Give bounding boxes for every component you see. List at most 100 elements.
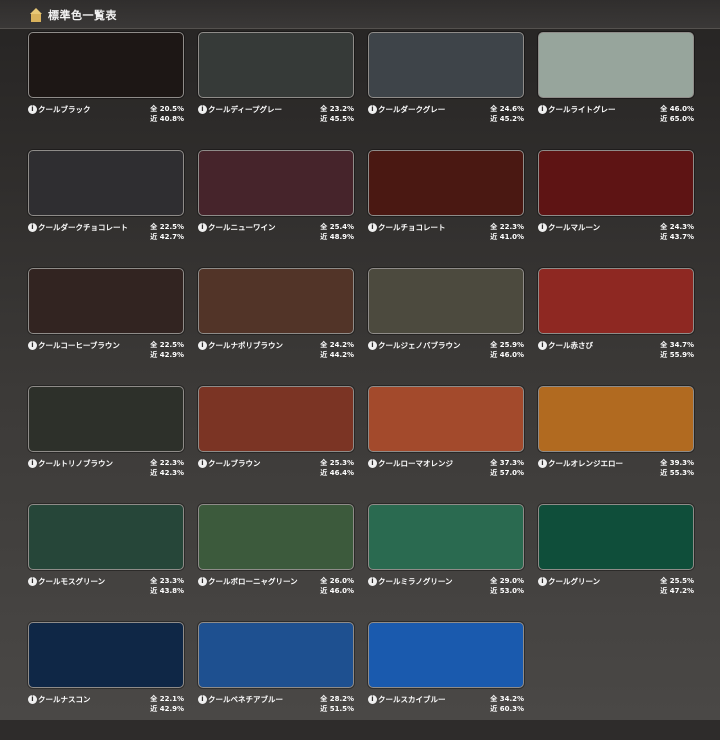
- total-reflectance: 全 34.2%: [490, 695, 524, 703]
- color-card[interactable]: i クールボローニャグリーン 全 26.0% 近 46.0%: [196, 504, 356, 622]
- color-card[interactable]: i クールオレンジエロー 全 39.3% 近 55.3%: [536, 386, 696, 504]
- info-icon: i: [28, 105, 37, 114]
- info-icon: i: [28, 577, 37, 586]
- info-icon: i: [538, 341, 547, 350]
- color-name: クールモスグリーン: [38, 577, 106, 586]
- near-infrared-reflectance: 近 43.8%: [150, 587, 184, 595]
- color-name: クールディープグレー: [208, 105, 283, 114]
- info-icon: i: [198, 459, 207, 468]
- color-card[interactable]: i クールブラウン 全 25.3% 近 46.4%: [196, 386, 356, 504]
- color-card[interactable]: i クールダークグレー 全 24.6% 近 45.2%: [366, 32, 526, 150]
- color-swatch[interactable]: [368, 268, 524, 334]
- near-infrared-reflectance: 近 57.0%: [490, 469, 524, 477]
- color-card[interactable]: i クールダークチョコレート 全 22.5% 近 42.7%: [26, 150, 186, 268]
- total-reflectance: 全 25.3%: [320, 459, 354, 467]
- color-swatch[interactable]: [368, 622, 524, 688]
- color-name: クールローマオレンジ: [378, 459, 453, 468]
- color-swatch[interactable]: [198, 150, 354, 216]
- color-name: クールマルーン: [548, 223, 601, 232]
- color-swatch[interactable]: [28, 150, 184, 216]
- color-swatch[interactable]: [198, 386, 354, 452]
- color-card[interactable]: i クールトリノブラウン 全 22.3% 近 42.3%: [26, 386, 186, 504]
- color-swatch[interactable]: [28, 268, 184, 334]
- color-card[interactable]: i クールナポリブラウン 全 24.2% 近 44.2%: [196, 268, 356, 386]
- near-infrared-reflectance: 近 46.4%: [320, 469, 354, 477]
- total-reflectance: 全 24.6%: [490, 105, 524, 113]
- color-card[interactable]: i クールライトグレー 全 46.0% 近 65.0%: [536, 32, 696, 150]
- near-infrared-reflectance: 近 55.3%: [660, 469, 694, 477]
- color-card[interactable]: i クールコーヒーブラウン 全 22.5% 近 42.9%: [26, 268, 186, 386]
- reflectance-values: 全 34.7% 近 55.9%: [660, 340, 694, 360]
- color-name: クールブラック: [38, 105, 91, 114]
- reflectance-values: 全 28.2% 近 51.5%: [320, 694, 354, 714]
- color-card[interactable]: i クールニューワイン 全 25.4% 近 48.9%: [196, 150, 356, 268]
- near-infrared-reflectance: 近 44.2%: [320, 351, 354, 359]
- color-swatch[interactable]: [368, 386, 524, 452]
- near-infrared-reflectance: 近 41.0%: [490, 233, 524, 241]
- color-swatch[interactable]: [28, 386, 184, 452]
- color-card[interactable]: i クールブラック 全 20.5% 近 40.8%: [26, 32, 186, 150]
- color-swatch[interactable]: [368, 32, 524, 98]
- total-reflectance: 全 22.1%: [150, 695, 184, 703]
- total-reflectance: 全 23.2%: [320, 105, 354, 113]
- color-name: クールジェノバブラウン: [378, 341, 461, 350]
- color-name: クールトリノブラウン: [38, 459, 113, 468]
- color-card[interactable]: i クールディープグレー 全 23.2% 近 45.5%: [196, 32, 356, 150]
- color-card[interactable]: i クールミラノグリーン 全 29.0% 近 53.0%: [366, 504, 526, 622]
- color-swatch[interactable]: [368, 150, 524, 216]
- total-reflectance: 全 23.3%: [150, 577, 184, 585]
- near-infrared-reflectance: 近 51.5%: [320, 705, 354, 713]
- reflectance-values: 全 29.0% 近 53.0%: [490, 576, 524, 596]
- info-icon: i: [538, 105, 547, 114]
- color-swatch[interactable]: [28, 32, 184, 98]
- info-icon: i: [198, 695, 207, 704]
- total-reflectance: 全 46.0%: [660, 105, 694, 113]
- color-card[interactable]: i クールチョコレート 全 22.3% 近 41.0%: [366, 150, 526, 268]
- color-swatch[interactable]: [538, 150, 694, 216]
- reflectance-values: 全 34.2% 近 60.3%: [490, 694, 524, 714]
- color-swatch[interactable]: [538, 32, 694, 98]
- color-swatch[interactable]: [368, 504, 524, 570]
- color-swatch[interactable]: [198, 268, 354, 334]
- reflectance-values: 全 23.2% 近 45.5%: [320, 104, 354, 124]
- color-name: クールグリーン: [548, 577, 601, 586]
- color-swatch[interactable]: [198, 32, 354, 98]
- total-reflectance: 全 22.3%: [490, 223, 524, 231]
- color-swatch[interactable]: [198, 622, 354, 688]
- color-swatch[interactable]: [538, 386, 694, 452]
- color-card[interactable]: i クールナスコン 全 22.1% 近 42.9%: [26, 622, 186, 740]
- near-infrared-reflectance: 近 46.0%: [490, 351, 524, 359]
- reflectance-values: 全 24.2% 近 44.2%: [320, 340, 354, 360]
- near-infrared-reflectance: 近 45.2%: [490, 115, 524, 123]
- total-reflectance: 全 25.9%: [490, 341, 524, 349]
- total-reflectance: 全 24.2%: [320, 341, 354, 349]
- total-reflectance: 全 39.3%: [660, 459, 694, 467]
- color-card[interactable]: i クールグリーン 全 25.5% 近 47.2%: [536, 504, 696, 622]
- color-card[interactable]: i クール赤さび 全 34.7% 近 55.9%: [536, 268, 696, 386]
- color-card[interactable]: i クールスカイブルー 全 34.2% 近 60.3%: [366, 622, 526, 740]
- reflectance-values: 全 25.9% 近 46.0%: [490, 340, 524, 360]
- color-card[interactable]: i クールローマオレンジ 全 37.3% 近 57.0%: [366, 386, 526, 504]
- color-swatch[interactable]: [538, 504, 694, 570]
- total-reflectance: 全 22.5%: [150, 341, 184, 349]
- info-icon: i: [368, 459, 377, 468]
- near-infrared-reflectance: 近 42.9%: [150, 705, 184, 713]
- color-name: クールミラノグリーン: [378, 577, 453, 586]
- color-card[interactable]: i クールマルーン 全 24.3% 近 43.7%: [536, 150, 696, 268]
- near-infrared-reflectance: 近 65.0%: [660, 115, 694, 123]
- color-swatch[interactable]: [538, 268, 694, 334]
- reflectance-values: 全 24.6% 近 45.2%: [490, 104, 524, 124]
- color-name: クールブラウン: [208, 459, 261, 468]
- color-name: クールオレンジエロー: [548, 459, 623, 468]
- color-card[interactable]: i クールジェノバブラウン 全 25.9% 近 46.0%: [366, 268, 526, 386]
- info-icon: i: [368, 695, 377, 704]
- reflectance-values: 全 39.3% 近 55.3%: [660, 458, 694, 478]
- info-icon: i: [538, 459, 547, 468]
- color-card[interactable]: i クールベネチアブルー 全 28.2% 近 51.5%: [196, 622, 356, 740]
- near-infrared-reflectance: 近 42.9%: [150, 351, 184, 359]
- color-swatch[interactable]: [28, 504, 184, 570]
- total-reflectance: 全 25.4%: [320, 223, 354, 231]
- color-swatch[interactable]: [28, 622, 184, 688]
- color-swatch[interactable]: [198, 504, 354, 570]
- color-card[interactable]: i クールモスグリーン 全 23.3% 近 43.8%: [26, 504, 186, 622]
